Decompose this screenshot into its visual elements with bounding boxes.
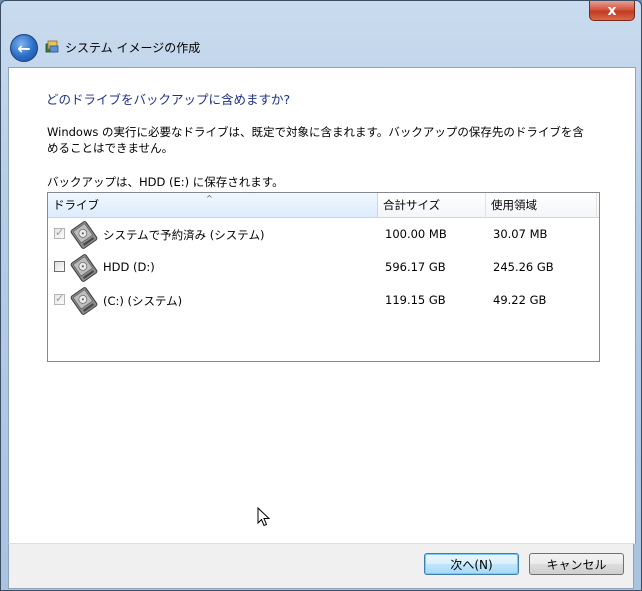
navigation-bar: ← システム イメージの作成 (1, 29, 641, 67)
list-item[interactable]: (C:) (システム) 119.15 GB 49.22 GB (48, 285, 599, 317)
list-item[interactable]: システムで予約済み (システム) 100.00 MB 30.07 MB (48, 219, 599, 251)
drive-list[interactable]: ドライブ ^ 合計サイズ 使用領域 システ (47, 192, 600, 362)
drive-total-size: 596.17 GB (385, 260, 446, 274)
column-header-total-size[interactable]: 合計サイズ (378, 193, 486, 217)
hard-drive-icon (70, 254, 98, 282)
close-button[interactable]: x (589, 1, 635, 21)
back-button[interactable]: ← (10, 34, 38, 62)
include-checkbox[interactable] (54, 226, 65, 239)
page-heading: どのドライブをバックアップに含めますか? (46, 92, 291, 107)
drive-total-size: 100.00 MB (385, 227, 447, 241)
list-header: ドライブ ^ 合計サイズ 使用領域 (48, 193, 599, 218)
drive-used-space: 245.26 GB (493, 260, 554, 274)
next-button[interactable]: 次へ(N) (424, 553, 519, 575)
list-item[interactable]: HDD (D:) 596.17 GB 245.26 GB (48, 252, 599, 284)
include-checkbox[interactable] (54, 261, 65, 272)
back-arrow-icon: ← (17, 38, 31, 58)
sort-ascending-icon: ^ (206, 194, 213, 203)
include-checkbox[interactable] (54, 292, 65, 305)
button-bar: 次へ(N) キャンセル (8, 543, 634, 589)
destination-text: バックアップは、HDD (E:) に保存されます。 (47, 175, 284, 189)
backup-restore-icon (45, 40, 59, 53)
drive-total-size: 119.15 GB (385, 293, 446, 307)
content-area: どのドライブをバックアップに含めますか? Windows の実行に必要なドライブ… (8, 67, 636, 544)
drive-name: (C:) (システム) (103, 294, 183, 308)
column-header-used-space[interactable]: 使用領域 (486, 193, 597, 217)
window-title: システム イメージの作成 (65, 41, 201, 55)
description-text: Windows の実行に必要なドライブは、既定で対象に含まれます。バックアップの… (47, 125, 584, 155)
drive-name: HDD (D:) (103, 260, 155, 274)
mouse-cursor-icon (257, 507, 271, 527)
cancel-button[interactable]: キャンセル (529, 553, 624, 575)
title-bar[interactable]: x (1, 1, 641, 29)
drive-used-space: 49.22 GB (493, 293, 547, 307)
column-header-drive[interactable]: ドライブ ^ (48, 193, 378, 217)
hard-drive-icon (70, 287, 98, 315)
drive-used-space: 30.07 MB (493, 227, 548, 241)
dialog-window: x ← システム イメージの作成 どのドライブをバックアップに含めますか? Wi… (0, 0, 642, 591)
hard-drive-icon (70, 221, 98, 249)
drive-name: システムで予約済み (システム) (103, 228, 265, 242)
